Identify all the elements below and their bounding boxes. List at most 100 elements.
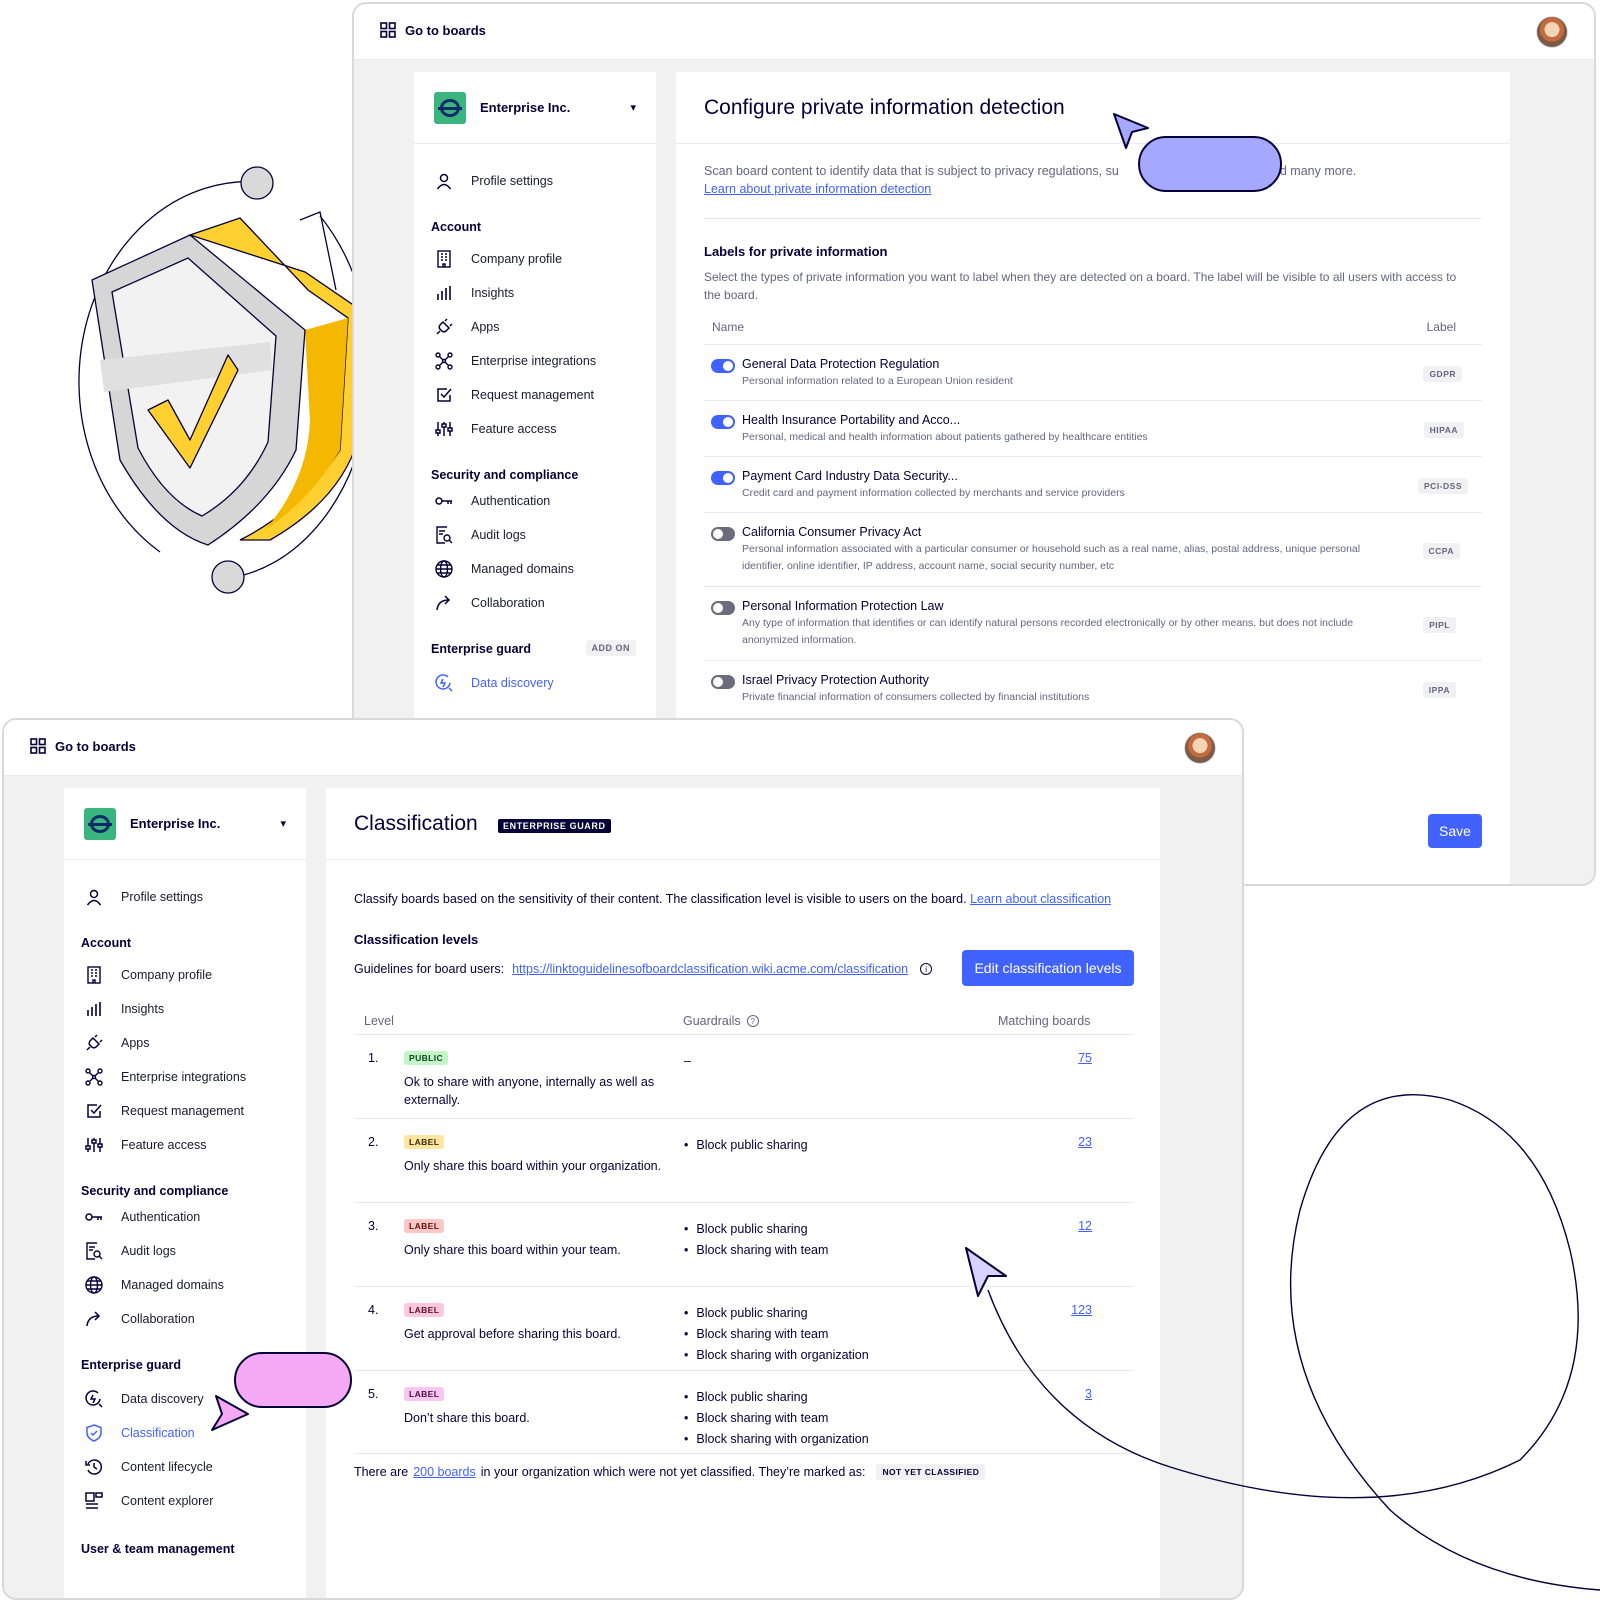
footer-text-a: There are — [354, 1465, 409, 1479]
nav-profile-settings[interactable]: Profile settings — [434, 170, 553, 192]
nav-label: Company profile — [471, 252, 563, 266]
enterprise-guard-badge: ENTERPRISE GUARD — [498, 819, 611, 833]
unclassified-footer: There are 200 boards in your organizatio… — [354, 1464, 986, 1480]
nav-authentication[interactable]: Authentication — [84, 1206, 200, 1228]
level-description: Don’t share this board. — [404, 1411, 530, 1425]
share-arrow-icon — [84, 1309, 104, 1329]
nav-label: Content lifecycle — [121, 1460, 213, 1474]
avatar[interactable] — [1536, 16, 1568, 48]
column-level: Level — [364, 1014, 394, 1028]
guidelines-link[interactable]: https://linktoguidelinesofboardclassific… — [512, 962, 908, 976]
org-switcher[interactable]: Enterprise Inc. ▾ — [414, 72, 656, 144]
nav-insights[interactable]: Insights — [84, 998, 164, 1020]
label-tag: IPPA — [1422, 682, 1456, 698]
hipaa-toggle[interactable] — [711, 415, 735, 429]
chevron-down-icon: ▾ — [280, 818, 286, 830]
cursor-arrow-icon — [965, 1247, 1007, 1297]
account-heading: Account — [431, 220, 481, 234]
pipl-toggle[interactable] — [711, 601, 735, 615]
nav-authentication[interactable]: Authentication — [434, 490, 550, 512]
ccpa-toggle[interactable] — [711, 527, 735, 541]
nav-label: Feature access — [471, 422, 557, 436]
plug-icon — [434, 317, 454, 337]
go-to-boards-button[interactable]: Go to boards — [30, 738, 136, 754]
nav-insights[interactable]: Insights — [434, 282, 514, 304]
row-name: Israel Privacy Protection Authority — [742, 673, 929, 687]
cursor-arrow-icon — [211, 1395, 249, 1431]
unclassified-boards-link[interactable]: 200 boards — [413, 1465, 476, 1479]
nav-apps[interactable]: Apps — [434, 316, 500, 338]
level-number: 1. — [368, 1051, 379, 1065]
globe-icon — [84, 1275, 104, 1295]
row-description: Private financial information of consume… — [742, 691, 1090, 703]
intro-text: Classify boards based on the sensitivity… — [354, 892, 1111, 906]
data-discovery-icon — [84, 1389, 104, 1409]
sliders-icon — [84, 1135, 104, 1155]
nav-request-management[interactable]: Request management — [434, 384, 594, 406]
nav-apps[interactable]: Apps — [84, 1032, 150, 1054]
nav-classification[interactable]: Classification — [84, 1422, 195, 1444]
go-to-boards-button[interactable]: Go to boards — [380, 22, 486, 38]
nav-label: Profile settings — [121, 890, 203, 904]
nav-managed-domains[interactable]: Managed domains — [84, 1274, 224, 1296]
nav-company-profile[interactable]: Company profile — [434, 248, 562, 270]
nav-feature-access[interactable]: Feature access — [84, 1134, 206, 1156]
nav-label: Profile settings — [471, 174, 553, 188]
nav-profile-settings[interactable]: Profile settings — [84, 886, 203, 908]
matching-boards-link[interactable]: 75 — [1078, 1051, 1092, 1065]
help-icon[interactable]: ? — [746, 1015, 759, 1027]
nav-enterprise-integrations[interactable]: Enterprise integrations — [84, 1066, 246, 1088]
guardrail-list: Block public sharing Block sharing with … — [684, 1219, 828, 1261]
guardrail-item: Block sharing with team — [684, 1324, 869, 1345]
account-heading: Account — [81, 936, 131, 950]
company-logo — [434, 91, 466, 124]
guardrail-list: Block public sharing Block sharing with … — [684, 1387, 868, 1450]
nav-content-explorer[interactable]: Content explorer — [84, 1490, 213, 1512]
label-tag: PCI-DSS — [1418, 478, 1468, 494]
security-heading: Security and compliance — [81, 1184, 229, 1198]
nav-collaboration[interactable]: Collaboration — [84, 1308, 195, 1330]
label-row: Health Insurance Portability and Acco...… — [704, 400, 1482, 456]
nav-feature-access[interactable]: Feature access — [434, 418, 556, 440]
nav-managed-domains[interactable]: Managed domains — [434, 558, 574, 580]
pci-dss-toggle[interactable] — [711, 471, 735, 485]
checkbox-icon — [434, 385, 454, 405]
key-icon — [434, 491, 454, 511]
edit-classification-levels-button[interactable]: Edit classification levels — [962, 950, 1134, 986]
nav-data-discovery[interactable]: Data discovery — [84, 1388, 204, 1410]
key-icon — [84, 1207, 104, 1227]
enterprise-guard-heading: Enterprise guard — [81, 1358, 182, 1372]
save-button[interactable]: Save — [1428, 814, 1482, 848]
guardrail-item: Block public sharing — [684, 1135, 807, 1156]
nav-data-discovery[interactable]: Data discovery — [434, 672, 554, 694]
nav-label: Collaboration — [471, 596, 545, 610]
gdpr-toggle[interactable] — [711, 359, 735, 373]
level-number: 5. — [368, 1387, 379, 1401]
guardrail-list: Block public sharing — [684, 1135, 807, 1156]
nav-content-lifecycle[interactable]: Content lifecycle — [84, 1456, 213, 1478]
nav-enterprise-integrations[interactable]: Enterprise integrations — [434, 350, 596, 372]
learn-private-info-link[interactable]: Learn about private information detectio… — [704, 182, 931, 196]
avatar[interactable] — [1184, 732, 1216, 764]
nav-label: Collaboration — [121, 1312, 195, 1326]
integrations-icon — [84, 1067, 104, 1087]
learn-classification-link[interactable]: Learn about classification — [970, 892, 1111, 906]
ippa-toggle[interactable] — [711, 675, 735, 689]
nav-audit-logs[interactable]: Audit logs — [84, 1240, 176, 1262]
enterprise-guard-heading: Enterprise guard — [431, 642, 532, 656]
share-arrow-icon — [434, 593, 454, 613]
nav-audit-logs[interactable]: Audit logs — [434, 524, 526, 546]
audit-log-icon — [434, 525, 454, 545]
nav-label: Insights — [121, 1002, 165, 1016]
label-row: Personal Information Protection Law Any … — [704, 586, 1482, 660]
nav-company-profile[interactable]: Company profile — [84, 964, 212, 986]
level-badge: LABEL — [404, 1219, 445, 1233]
org-switcher[interactable]: Enterprise Inc. ▾ — [64, 788, 306, 860]
plug-icon — [84, 1033, 104, 1053]
info-icon[interactable]: i — [920, 963, 933, 975]
nav-collaboration[interactable]: Collaboration — [434, 592, 545, 614]
page-title: Configure private information detection — [704, 96, 1065, 119]
settings-sidebar: Enterprise Inc. ▾ Profile settings Accou… — [64, 788, 306, 1598]
nav-request-management[interactable]: Request management — [84, 1100, 244, 1122]
guidelines-row: Guidelines for board users: https://link… — [354, 962, 933, 976]
